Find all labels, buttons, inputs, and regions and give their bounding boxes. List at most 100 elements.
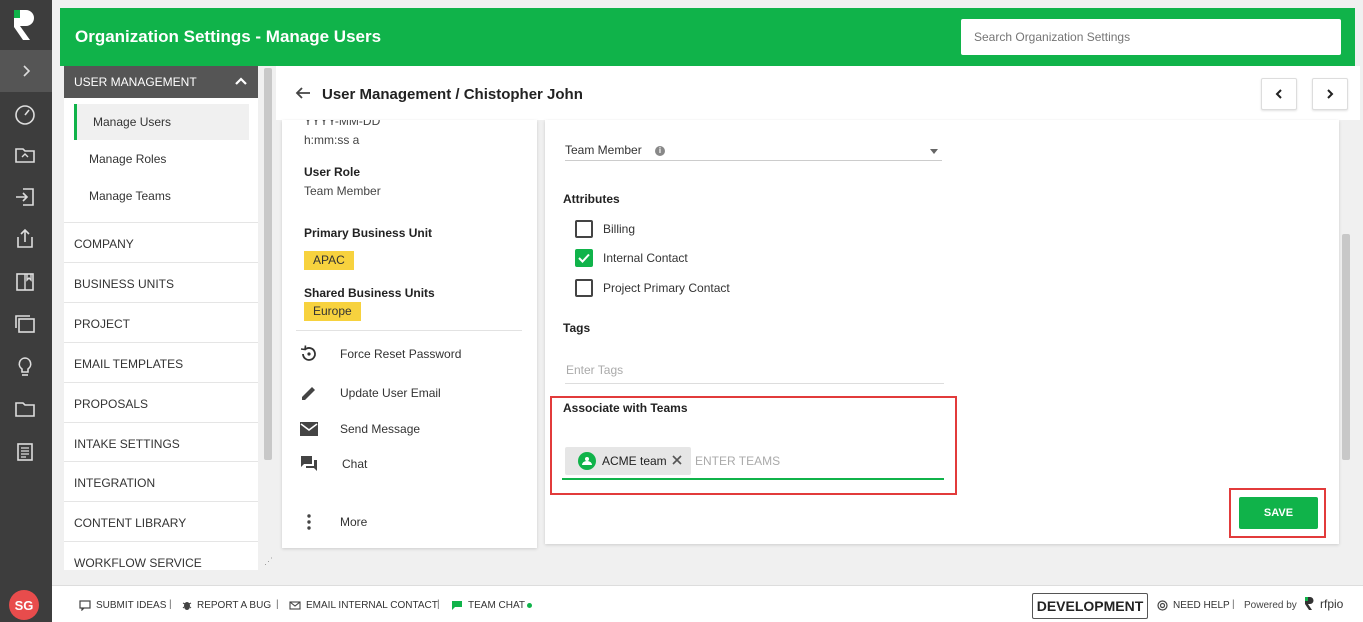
menu-section-user-management[interactable]: USER MANAGEMENT [64, 66, 258, 98]
teams-input[interactable] [695, 451, 935, 471]
menu-item-content-library[interactable]: CONTENT LIBRARY [64, 501, 258, 541]
projects-folder-icon[interactable] [12, 142, 38, 168]
action-label: Chat [342, 457, 368, 471]
associate-teams-label: Associate with Teams [563, 401, 688, 415]
need-help-link[interactable]: NEED HELP [1157, 600, 1230, 611]
settings-menu: USER MANAGEMENT Manage Users Manage Role… [64, 66, 258, 570]
menu-section-label: USER MANAGEMENT [74, 75, 197, 89]
form-scrollbar[interactable] [1342, 234, 1350, 460]
menu-item-project[interactable]: PROJECT [64, 302, 258, 342]
tags-input[interactable] [565, 356, 944, 384]
chevron-left-icon [1275, 89, 1282, 99]
save-button[interactable]: SAVE [1239, 497, 1318, 529]
menu-scrollbar[interactable] [264, 68, 272, 460]
rfpio-logo-icon[interactable] [10, 8, 40, 42]
pencil-icon [302, 387, 315, 400]
user-role-select[interactable]: Team Member i [565, 140, 942, 161]
resize-handle-icon[interactable]: ⋰ [264, 556, 273, 567]
breadcrumb: User Management / Chistopher John [276, 66, 1360, 120]
footer-separator: | [1232, 599, 1235, 610]
windows-icon[interactable] [12, 311, 38, 337]
user-role-value: Team Member [304, 184, 381, 198]
attribute-project-primary-contact-checkbox[interactable]: Project Primary Contact [575, 278, 730, 298]
user-info-card: YYYY-MM-DD h:mm:ss a User Role Team Memb… [282, 120, 537, 548]
time-format-value: h:mm:ss a [304, 133, 360, 147]
attributes-label: Attributes [563, 192, 620, 206]
menu-item-business-units[interactable]: BUSINESS UNITS [64, 262, 258, 302]
divider [296, 330, 522, 331]
checkbox-label: Billing [603, 222, 636, 236]
library-book-icon[interactable] [12, 269, 38, 295]
more-action[interactable]: More [296, 510, 367, 534]
attribute-internal-contact-checkbox[interactable]: Internal Contact [575, 248, 688, 268]
help-lifebuoy-icon [1157, 600, 1168, 611]
dashboard-gauge-icon[interactable] [12, 101, 38, 127]
folder-icon[interactable] [12, 396, 38, 422]
more-vertical-icon [307, 514, 311, 530]
page-title: Organization Settings - Manage Users [75, 27, 382, 46]
update-user-email-action[interactable]: Update User Email [296, 381, 441, 405]
menu-item-intake-settings[interactable]: INTAKE SETTINGS [64, 422, 258, 462]
export-icon[interactable] [12, 226, 38, 252]
lightbulb-icon[interactable] [12, 354, 38, 380]
documents-icon[interactable] [12, 439, 38, 465]
menu-item-manage-teams[interactable]: Manage Teams [74, 178, 249, 214]
chat-icon [301, 456, 317, 471]
tags-label: Tags [563, 321, 591, 335]
action-label: Send Message [340, 422, 421, 436]
bug-icon [182, 602, 192, 610]
chevron-right-icon [23, 65, 31, 77]
rfpio-brand[interactable]: rfpio [1304, 596, 1343, 611]
close-icon[interactable] [671, 454, 683, 466]
search-input[interactable] [961, 19, 1341, 55]
menu-item-manage-users[interactable]: Manage Users [74, 104, 249, 140]
user-edit-form: Team Member i Attributes Billing Interna… [545, 120, 1339, 544]
attribute-billing-checkbox[interactable]: Billing [575, 219, 635, 239]
checkbox-icon [575, 279, 593, 297]
primary-bu-chip: APAC [304, 251, 354, 270]
submit-ideas-link[interactable]: SUBMIT IDEAS [79, 600, 166, 611]
action-label: Update User Email [340, 386, 441, 400]
team-icon [578, 452, 596, 470]
back-arrow-icon[interactable] [294, 85, 312, 101]
page-header: Organization Settings - Manage Users [60, 8, 1355, 66]
chevron-right-icon [1327, 89, 1334, 99]
menu-item-company[interactable]: COMPANY [64, 222, 258, 262]
send-message-action[interactable]: Send Message [296, 417, 420, 441]
user-role-label: User Role [304, 165, 361, 179]
mail-outline-icon [289, 601, 301, 610]
checkbox-icon [575, 220, 593, 238]
checkmark-icon [578, 253, 590, 263]
breadcrumb-text: User Management / Chistopher John [322, 86, 583, 103]
left-rail: SG [0, 0, 52, 622]
menu-item-manage-roles[interactable]: Manage Roles [74, 141, 249, 177]
email-internal-contact-link[interactable]: EMAIL INTERNAL CONTACT [289, 600, 438, 611]
footer-separator: | [169, 599, 172, 610]
rfpio-logo-icon [1305, 597, 1314, 610]
info-icon[interactable]: i [655, 146, 666, 156]
expand-rail-button[interactable] [0, 50, 52, 92]
intake-icon[interactable] [12, 184, 38, 210]
dropdown-arrow-icon [930, 149, 938, 154]
previous-user-button[interactable] [1261, 78, 1297, 110]
team-chat-link[interactable]: TEAM CHAT [451, 600, 533, 611]
shared-bu-label: Shared Business Units [304, 286, 435, 300]
menu-item-integration[interactable]: INTEGRATION [64, 461, 258, 501]
footer: SUBMIT IDEAS | REPORT A BUG | EMAIL INTE… [52, 585, 1363, 622]
checkbox-label: Internal Contact [603, 251, 688, 265]
environment-badge: DEVELOPMENT [1032, 593, 1148, 619]
menu-item-workflow-service[interactable]: WORKFLOW SERVICE [64, 541, 258, 570]
force-reset-password-action[interactable]: Force Reset Password [296, 342, 461, 366]
chat-action[interactable]: Chat [296, 452, 367, 476]
online-status-icon [527, 603, 533, 608]
report-bug-link[interactable]: REPORT A BUG [182, 600, 271, 611]
next-user-button[interactable] [1312, 78, 1348, 110]
menu-item-proposals[interactable]: PROPOSALS [64, 382, 258, 422]
menu-item-email-templates[interactable]: EMAIL TEMPLATES [64, 342, 258, 382]
action-label: Force Reset Password [340, 347, 462, 361]
footer-separator: | [437, 599, 440, 610]
powered-by-label: Powered by [1244, 600, 1297, 611]
mail-icon [300, 422, 318, 436]
avatar[interactable]: SG [9, 590, 39, 620]
action-label: More [340, 515, 368, 529]
